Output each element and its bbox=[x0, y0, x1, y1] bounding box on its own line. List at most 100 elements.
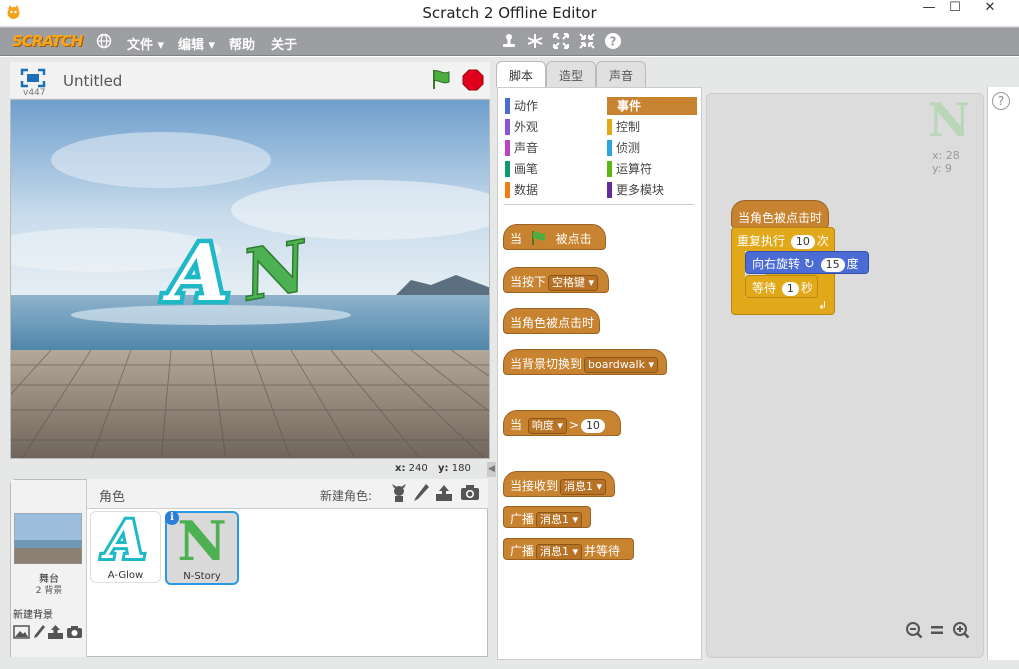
svg-text:?: ? bbox=[610, 35, 617, 49]
menu-bar: SCRATCH 文件 ▾ 编辑 ▾ 帮助 关于 ? bbox=[0, 27, 1019, 56]
camera-sprite-icon[interactable] bbox=[460, 484, 480, 502]
category-swatch bbox=[607, 182, 612, 198]
fullscreen-icon[interactable] bbox=[20, 68, 46, 88]
window-title: Scratch 2 Offline Editor bbox=[422, 4, 597, 22]
category-5[interactable]: 侦测 bbox=[607, 139, 640, 157]
mouse-x-readout: x: 240 bbox=[395, 463, 428, 474]
sprite-tile-a-glow[interactable]: A A-Glow bbox=[90, 507, 161, 583]
maximize-button[interactable]: ☐ bbox=[945, 0, 965, 17]
sprite-a-thumbnail: A bbox=[102, 507, 148, 574]
category-label: 外观 bbox=[514, 120, 539, 134]
category-label: 侦测 bbox=[616, 141, 641, 155]
category-label: 画笔 bbox=[514, 162, 539, 176]
category-1[interactable]: 事件 bbox=[607, 97, 697, 115]
category-7[interactable]: 运算符 bbox=[607, 160, 652, 178]
category-3[interactable]: 控制 bbox=[607, 118, 640, 136]
tab-scripts[interactable]: 脚本 bbox=[496, 61, 546, 87]
stop-sign-icon[interactable] bbox=[462, 69, 484, 91]
block-when-backdrop-switches[interactable]: 当背景切换到 boardwalk ▾ bbox=[503, 349, 667, 375]
new-sprite-label: 新建角色: bbox=[320, 489, 373, 503]
category-6[interactable]: 画笔 bbox=[505, 160, 538, 178]
zoom-out-icon[interactable] bbox=[905, 621, 923, 639]
tips-panel bbox=[987, 87, 1019, 660]
category-swatch bbox=[607, 140, 612, 156]
backdrop-count: 2 背景 bbox=[35, 586, 63, 596]
category-label: 动作 bbox=[514, 99, 539, 113]
repeat-label: 重复执行 10 次 bbox=[737, 234, 829, 249]
category-label: 声音 bbox=[514, 141, 539, 155]
menu-file[interactable]: 文件 ▾ bbox=[127, 34, 164, 53]
choose-sprite-from-library-icon[interactable] bbox=[389, 483, 409, 503]
upload-sprite-icon[interactable] bbox=[434, 483, 454, 503]
sprites-heading: 角色 bbox=[99, 490, 126, 505]
category-swatch bbox=[505, 182, 510, 198]
menu-edit[interactable]: 编辑 ▾ bbox=[178, 34, 215, 53]
grow-icon[interactable] bbox=[552, 32, 570, 50]
category-4[interactable]: 声音 bbox=[505, 139, 538, 157]
block-when-key-pressed[interactable]: 当按下 空格键 ▾ bbox=[503, 267, 609, 293]
collapse-stage-arrow[interactable]: ◀ bbox=[487, 462, 496, 477]
category-label: 控制 bbox=[616, 120, 641, 134]
block-when-receive[interactable]: 当接收到 消息1 ▾ bbox=[503, 471, 615, 497]
category-9[interactable]: 更多模块 bbox=[607, 181, 664, 199]
repeat-loop-arrow-icon: ↲ bbox=[818, 299, 828, 312]
stage-canvas[interactable]: A N bbox=[10, 99, 490, 459]
minimize-button[interactable]: — bbox=[920, 0, 938, 17]
category-swatch bbox=[505, 140, 510, 156]
category-label: 事件 bbox=[617, 99, 642, 113]
sprite-info-icon[interactable]: i bbox=[165, 511, 179, 525]
category-swatch bbox=[607, 161, 612, 177]
green-flag-icon bbox=[532, 231, 545, 245]
green-flag-icon[interactable] bbox=[430, 68, 452, 90]
tab-sounds[interactable]: 声音 bbox=[596, 61, 646, 87]
sprite-a-on-stage[interactable]: A bbox=[157, 224, 234, 324]
backdrop-library-icon[interactable] bbox=[13, 625, 30, 639]
stage-backdrop-image: A N bbox=[11, 100, 489, 458]
category-label: 运算符 bbox=[616, 162, 653, 176]
scratch-logo[interactable]: SCRATCH bbox=[12, 32, 83, 50]
camera-backdrop-icon[interactable] bbox=[66, 625, 83, 639]
sprite-x-position: x: 28 bbox=[932, 149, 960, 162]
block-when-flag-clicked[interactable]: 当 被点击 bbox=[503, 224, 606, 250]
globe-icon[interactable] bbox=[96, 33, 112, 49]
zoom-in-icon[interactable] bbox=[952, 621, 970, 639]
sprite-name: A-Glow bbox=[107, 570, 144, 581]
category-swatch bbox=[505, 161, 510, 177]
category-label: 更多模块 bbox=[616, 183, 665, 197]
mouse-y-readout: y: 180 bbox=[438, 463, 471, 474]
stage-thumbnail[interactable] bbox=[14, 513, 82, 564]
paint-new-sprite-icon[interactable] bbox=[412, 483, 430, 503]
category-2[interactable]: 外观 bbox=[505, 118, 538, 136]
sprite-name: N-Story bbox=[183, 571, 221, 582]
palette-divider bbox=[504, 204, 694, 205]
menu-help[interactable]: 帮助 bbox=[229, 34, 255, 53]
category-label: 数据 bbox=[514, 183, 539, 197]
tab-costumes[interactable]: 造型 bbox=[546, 61, 596, 87]
project-title[interactable]: Untitled bbox=[63, 72, 122, 90]
block-when-loudness-greater[interactable]: 当 响度 ▾ >10 bbox=[503, 410, 621, 436]
help-block-icon[interactable]: ? bbox=[604, 32, 622, 50]
block-broadcast[interactable]: 广播 消息1 ▾ bbox=[503, 506, 591, 528]
upload-backdrop-icon[interactable] bbox=[47, 624, 64, 640]
new-backdrop-label: 新建背景 bbox=[13, 610, 53, 621]
category-0[interactable]: 动作 bbox=[505, 97, 538, 115]
block-when-sprite-clicked[interactable]: 当角色被点击时 bbox=[503, 308, 600, 334]
scripts-area[interactable] bbox=[706, 93, 984, 658]
script-wait[interactable]: 等待 1秒 bbox=[745, 275, 818, 298]
category-swatch bbox=[505, 119, 510, 135]
sprite-y-position: y: 9 bbox=[932, 162, 952, 175]
cut-scissors-icon[interactable] bbox=[526, 32, 544, 50]
duplicate-stamp-icon[interactable] bbox=[500, 32, 518, 50]
shrink-icon[interactable] bbox=[578, 32, 596, 50]
script-turn-right[interactable]: 向右旋转 ↻ 15 度 bbox=[745, 251, 869, 274]
zoom-reset-icon[interactable] bbox=[930, 624, 944, 636]
category-8[interactable]: 数据 bbox=[505, 181, 538, 199]
category-swatch bbox=[607, 119, 612, 135]
tips-help-icon[interactable]: ? bbox=[992, 92, 1010, 110]
script-when-sprite-clicked[interactable]: 当角色被点击时 bbox=[731, 200, 829, 228]
menu-about[interactable]: 关于 bbox=[271, 34, 297, 53]
paint-backdrop-icon[interactable] bbox=[32, 624, 46, 640]
block-broadcast-and-wait[interactable]: 广播 消息1 ▾ 并等待 bbox=[503, 538, 634, 560]
category-swatch bbox=[505, 98, 510, 114]
close-button[interactable]: ✕ bbox=[980, 0, 1000, 17]
